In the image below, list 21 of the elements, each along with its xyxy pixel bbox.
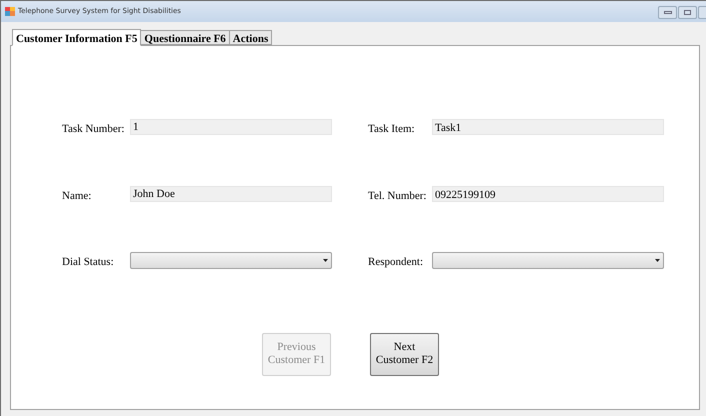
- dropdown-arrow-icon: [655, 259, 660, 262]
- text-field[interactable]: John Doe: [130, 186, 332, 202]
- field-label: Dial Status:: [62, 255, 115, 270]
- maximize-button[interactable]: [678, 6, 697, 18]
- minimize-button[interactable]: [658, 6, 677, 18]
- tab[interactable]: Actions: [228, 30, 272, 45]
- tab[interactable]: Customer Information F5: [12, 29, 142, 46]
- dropdown[interactable]: [130, 252, 332, 269]
- field-label: Tel. Number:: [368, 188, 428, 204]
- dropdown-arrow-icon: [323, 259, 328, 262]
- dropdown[interactable]: [432, 252, 664, 269]
- text-field[interactable]: Task1: [432, 119, 664, 135]
- field-label: Task Item:: [368, 122, 416, 137]
- navigation-button[interactable]: Next Customer F2: [370, 332, 439, 376]
- field-label: Name:: [62, 188, 92, 204]
- text-field[interactable]: 1: [130, 119, 332, 135]
- field-label: Respondent:: [368, 255, 424, 270]
- text-field[interactable]: 09225199109: [432, 186, 664, 202]
- tab[interactable]: Questionnaire F6: [140, 30, 230, 45]
- field-label: Task Number:: [62, 122, 126, 137]
- app-icon: [5, 7, 15, 16]
